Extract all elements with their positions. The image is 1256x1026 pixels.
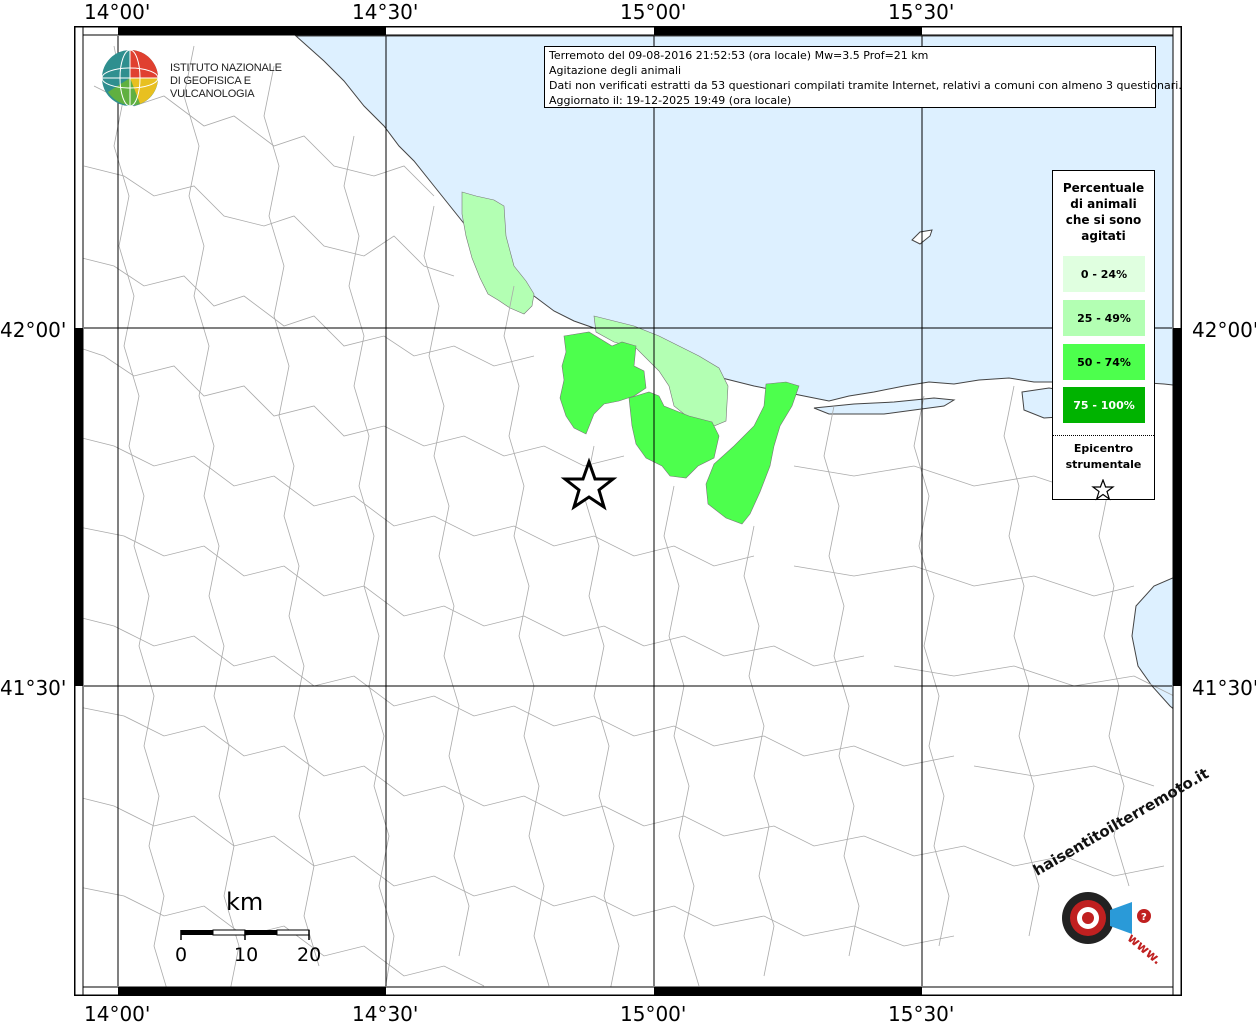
top-lon-label-4: 15°30' — [888, 0, 955, 24]
legend-title-line: di animali — [1070, 197, 1137, 211]
bottom-lon-label-3: 15°00' — [620, 1002, 687, 1026]
bottom-lon-label-4: 15°30' — [888, 1002, 955, 1026]
scale-unit: km — [226, 888, 264, 916]
map-canvas[interactable] — [74, 26, 1182, 996]
update-time: Aggiornato il: 19-12-2025 19:49 (ora loc… — [549, 94, 792, 107]
scale-bar — [180, 929, 310, 940]
legend-item-label: 75 - 100% — [1073, 398, 1135, 412]
ingv-name-line2: DI GEOFISICA E VULCANOLOGIA — [170, 75, 255, 100]
legend-item-0-24: 0 - 24% — [1063, 256, 1145, 292]
legend-item-75-100: 75 - 100% — [1063, 387, 1145, 423]
legend-item-label: 25 - 49% — [1077, 311, 1131, 325]
legend-item-label: 50 - 74% — [1077, 355, 1131, 369]
ingv-name-line1: ISTITUTO NAZIONALE — [170, 62, 282, 74]
legend-item-50-74: 50 - 74% — [1063, 344, 1145, 380]
event-title: Terremoto del 09-08-2016 21:52:53 (ora l… — [549, 49, 929, 62]
map-subject: Agitazione degli animali — [549, 64, 682, 77]
legend-epi-line: strumentale — [1065, 458, 1142, 471]
map-frame[interactable] — [74, 26, 1182, 996]
legend-item-label: 0 - 24% — [1080, 267, 1128, 281]
legend-star-icon — [1091, 479, 1115, 501]
legend-divider — [1053, 435, 1154, 436]
bottom-lon-label-2: 14°30' — [352, 1002, 419, 1026]
bottom-lon-label-1: 14°00' — [84, 1002, 151, 1026]
left-lat-label-2: 41°30' — [0, 676, 67, 700]
data-note: Dati non verificati estratti da 53 quest… — [549, 79, 1182, 92]
scale-tick-0: 0 — [175, 944, 188, 966]
right-lat-label-2: 41°30' — [1192, 676, 1256, 700]
legend-title-line: agitati — [1081, 229, 1126, 243]
scale-tick-20: 20 — [297, 944, 322, 966]
globe-icon — [101, 49, 159, 107]
legend-item-25-49: 25 - 49% — [1063, 300, 1145, 336]
legend-title-line: Percentuale — [1062, 181, 1145, 195]
legend-epicenter-label: Epicentro strumentale — [1053, 441, 1154, 473]
legend-epi-line: Epicentro — [1073, 442, 1134, 455]
legend-title: Percentuale di animali che si sono agita… — [1053, 180, 1154, 244]
legend-title-line: che si sono — [1065, 213, 1142, 227]
top-lon-label-1: 14°00' — [84, 0, 151, 24]
scale-tick-10: 10 — [234, 944, 259, 966]
haisentito-logo: ? haisentitoilterremoto.it www. — [1020, 764, 1212, 978]
top-lon-label-3: 15°00' — [620, 0, 687, 24]
info-box: Terremoto del 09-08-2016 21:52:53 (ora l… — [544, 46, 1182, 108]
right-lat-label-1: 42°00' — [1192, 318, 1256, 342]
left-lat-label-1: 42°00' — [0, 318, 67, 342]
ingv-logo: ISTITUTO NAZIONALE DI GEOFISICA E VULCAN… — [100, 48, 320, 108]
top-lon-label-2: 14°30' — [352, 0, 419, 24]
legend: Percentuale di animali che si sono agita… — [1052, 170, 1155, 501]
svg-text:?: ? — [1141, 912, 1147, 923]
